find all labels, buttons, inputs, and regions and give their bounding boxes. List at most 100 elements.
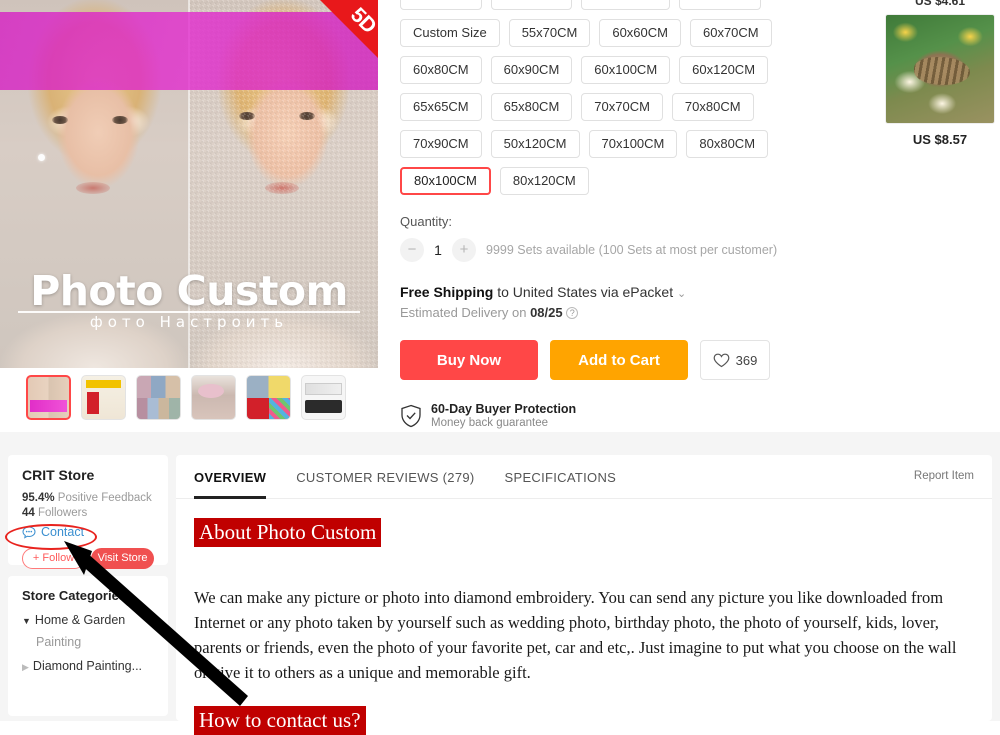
cta-button-row: Buy Now Add to Cart 369 [400, 340, 830, 380]
related-product-image[interactable] [885, 14, 995, 124]
tab-customer-reviews[interactable]: CUSTOMER REVIEWS (279) [296, 455, 474, 499]
thumbnail-display-models[interactable] [81, 375, 126, 420]
size-option-70x80cm[interactable]: 70x80CM [671, 93, 754, 121]
size-option-60x120cm[interactable]: 60x120CM [679, 56, 769, 84]
size-option-grid: 50x70CM 50x80CM 50x100CM 55x55CM Custom Size… [400, 0, 830, 195]
size-option-60x80cm[interactable]: 60x80CM [400, 56, 482, 84]
heart-icon [713, 353, 730, 367]
main-product-image[interactable]: Photo Custom фото Настроить 5D [0, 0, 378, 368]
shipping-line[interactable]: Free Shipping to United States via ePack… [400, 284, 830, 300]
about-heading-wrap: About Photo Custom [194, 518, 974, 547]
tab-specifications[interactable]: SPECIFICATIONS [505, 455, 617, 499]
category-label: Home & Garden [34, 613, 126, 627]
quantity-value[interactable]: 1 [424, 242, 452, 258]
follow-button[interactable]: + Follow [22, 548, 86, 569]
delivery-prefix-label: Estimated Delivery on [400, 305, 531, 320]
category-painting[interactable]: Painting [22, 635, 154, 649]
eye-left-icon [239, 112, 255, 120]
product-top-section: Photo Custom фото Настроить 5D 50x70CM50… [0, 0, 1000, 432]
quantity-stepper: − 1 + 9999 Sets available (100 Sets at m… [400, 238, 830, 262]
protection-title: 60-Day Buyer Protection [431, 402, 577, 416]
product-gallery: Photo Custom фото Настроить 5D [0, 0, 378, 420]
delivery-line: Estimated Delivery on 08/25 ? [400, 305, 830, 320]
cat-icon [914, 57, 970, 85]
thumbnail-color-drills[interactable] [246, 375, 291, 420]
quantity-decrement-button[interactable]: − [400, 238, 424, 262]
quantity-label: Quantity: [400, 214, 453, 229]
category-home-and-garden[interactable]: ▼ Home & Garden [22, 613, 154, 627]
description-paragraph: We can make any picture or photo into di… [194, 588, 957, 682]
store-followers: 44 Followers [22, 507, 154, 519]
thumbnail-strip [26, 375, 346, 420]
earring-icon [38, 154, 45, 161]
help-icon[interactable]: ? [566, 307, 579, 319]
add-to-cart-button[interactable]: Add to Cart [550, 340, 688, 380]
product-detail-section: CRIT Store 95.4% Positive Feedback 44 Fo… [0, 450, 1000, 735]
buy-now-button[interactable]: Buy Now [400, 340, 538, 380]
store-action-buttons: + Follow Visit Store [22, 548, 154, 569]
chat-bubble-icon [22, 525, 36, 539]
shipping-destination-label: to United States via ePacket [493, 284, 674, 300]
size-option-55x55cm[interactable]: 55x55CM [679, 0, 761, 10]
quantity-increment-button[interactable]: + [452, 238, 476, 262]
feedback-percent: 95.4% [22, 492, 55, 504]
lips-icon [265, 182, 299, 194]
triangle-down-icon: ▼ [22, 616, 31, 626]
triangle-right-icon: ▶ [22, 662, 29, 672]
wishlist-count: 369 [735, 352, 758, 368]
overlay-title: Photo Custom [30, 267, 348, 315]
lips-icon [76, 182, 110, 194]
chevron-down-icon[interactable]: ⌄ [677, 288, 686, 300]
store-categories-title: Store Categories [22, 588, 127, 603]
size-option-65x65cm[interactable]: 65x65CM [400, 93, 482, 121]
size-option-60x100cm[interactable]: 60x100CM [581, 56, 671, 84]
free-shipping-label: Free Shipping [400, 284, 494, 300]
size-option-50x100cm[interactable]: 50x100CM [581, 0, 671, 10]
visit-store-button[interactable]: Visit Store [91, 548, 154, 569]
contact-link[interactable]: Contact [22, 525, 154, 539]
size-option-60x60cm[interactable]: 60x60CM [599, 19, 681, 47]
size-option-50x70cm[interactable]: 50x70CM [400, 0, 482, 10]
size-option-80x80cm[interactable]: 80x80CM [686, 130, 769, 158]
section-divider [0, 432, 1000, 450]
thumbnail-tool-kit[interactable] [301, 375, 346, 420]
size-option-50x120cm[interactable]: 50x120CM [490, 130, 580, 158]
store-name[interactable]: CRIT Store [22, 467, 154, 483]
thumbnail-photo-custom[interactable] [26, 375, 71, 420]
contact-label: Contact [41, 525, 85, 539]
store-feedback: 95.4% Positive Feedback [22, 492, 154, 504]
store-categories-card: Store Categories ▼ Home & Garden Painting… [8, 576, 168, 716]
size-option-65x80cm[interactable]: 65x80CM [490, 93, 573, 121]
category-label: Painting [36, 635, 82, 649]
description-body: About Photo Custom We can make any pictu… [176, 499, 992, 735]
protection-subtitle: Money back guarantee [431, 417, 548, 429]
size-option-70x70cm[interactable]: 70x70CM [581, 93, 663, 121]
feedback-label: Positive Feedback [54, 492, 152, 504]
size-option-70x100cm[interactable]: 70x100CM [588, 130, 678, 158]
thumbnail-customer-photos[interactable] [136, 375, 181, 420]
size-option-55x70cm[interactable]: 55x70CM [508, 19, 591, 47]
badge-5d-ribbon: 5D [320, 0, 378, 58]
wishlist-button[interactable]: 369 [700, 340, 770, 380]
eye-left-icon [52, 116, 68, 124]
thumbnail-closeup-canvas[interactable] [191, 375, 236, 420]
related-price-above: US $4.61 [914, 0, 966, 8]
content-tabbar: OVERVIEW CUSTOMER REVIEWS (279) SPECIFIC… [176, 455, 992, 499]
purchase-panel: 50x70CM 50x80CM 50x100CM 55x55CM Custom Size… [400, 0, 830, 429]
size-option-60x70cm[interactable]: 60x70CM [689, 19, 772, 47]
size-option-80x100cm[interactable]: 80x100CM [400, 167, 491, 195]
followers-label[interactable]: Followers [35, 507, 87, 519]
category-diamond-painting[interactable]: ▶ Diamond Painting... [22, 659, 154, 673]
size-option-70x90cm[interactable]: 70x90CM [400, 130, 482, 158]
delivery-date: 08/25 [530, 305, 563, 320]
report-item-link[interactable]: Report Item [914, 470, 974, 482]
about-heading: About Photo Custom [194, 518, 382, 547]
store-info-card: CRIT Store 95.4% Positive Feedback 44 Fo… [8, 455, 168, 569]
tab-overview[interactable]: OVERVIEW [194, 455, 267, 499]
size-option-60x90cm[interactable]: 60x90CM [490, 56, 573, 84]
related-product-rail: US $4.61 US $8.57 [880, 0, 1000, 147]
size-option-80x120cm[interactable]: 80x120CM [499, 167, 589, 195]
size-option-custom-size[interactable]: Custom Size [400, 19, 500, 47]
eye-right-icon [112, 116, 128, 124]
size-option-50x80cm[interactable]: 50x80CM [490, 0, 573, 10]
